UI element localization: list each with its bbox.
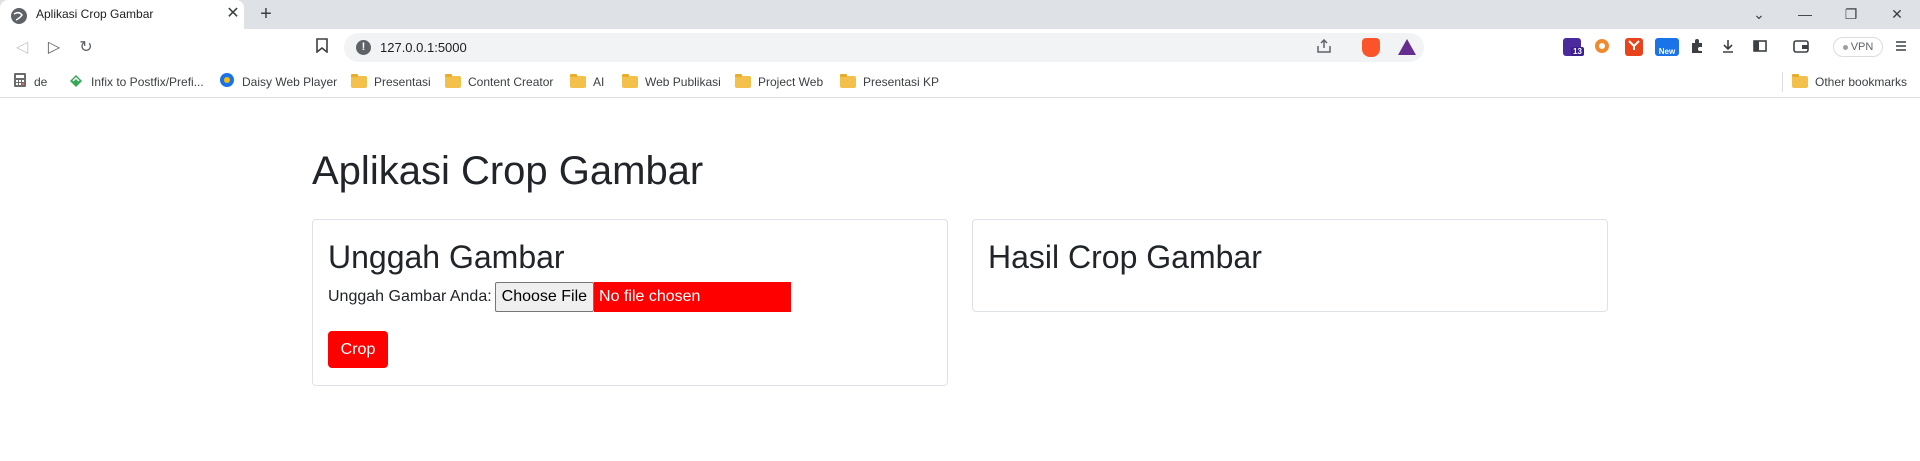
file-status-text: No file chosen <box>594 282 792 312</box>
extension-yslow-icon[interactable] <box>1625 38 1643 56</box>
extensions-puzzle-icon[interactable] <box>1688 38 1706 56</box>
browser-tab[interactable]: Aplikasi Crop Gambar ✕ <box>0 0 244 29</box>
new-tab-button[interactable]: + <box>256 4 276 24</box>
bookmark-item[interactable]: Presentasi KP <box>840 74 939 90</box>
folder-icon <box>1792 74 1808 88</box>
bookmark-item[interactable]: Web Publikasi <box>622 74 721 90</box>
extension-new-icon[interactable]: New <box>1655 38 1679 56</box>
tab-title: Aplikasi Crop Gambar <box>36 7 154 21</box>
close-tab-icon[interactable]: ✕ <box>225 6 241 22</box>
result-card: Hasil Crop Gambar <box>972 219 1608 312</box>
bookmark-label: Presentasi KP <box>863 75 940 89</box>
globe-icon <box>11 8 27 24</box>
bookmarks-divider <box>1782 72 1783 92</box>
bookmark-label: Daisy Web Player <box>242 75 338 89</box>
vpn-button[interactable]: VPN <box>1833 37 1883 57</box>
bookmark-label: Project Web <box>758 75 824 89</box>
bookmarks-bar: de Infix to Postfix/Prefi... Daisy Web P… <box>0 66 1920 98</box>
info-icon[interactable]: ! <box>356 40 371 55</box>
brave-rewards-icon[interactable] <box>1398 39 1416 55</box>
folder-icon <box>570 74 586 88</box>
folder-icon <box>735 74 751 88</box>
page-title: Aplikasi Crop Gambar <box>312 149 704 193</box>
folder-icon <box>840 74 856 88</box>
tab-strip: Aplikasi Crop Gambar ✕ + ⌄ — ❐ ✕ <box>0 0 1920 29</box>
vpn-label: VPN <box>1850 41 1874 53</box>
result-card-title: Hasil Crop Gambar <box>988 239 1262 275</box>
share-icon[interactable] <box>1316 38 1332 56</box>
calculator-icon <box>13 72 27 93</box>
close-window-button[interactable]: ✕ <box>1887 4 1907 24</box>
folder-icon <box>622 74 638 88</box>
file-input[interactable]: Choose File No file chosen <box>494 282 792 312</box>
back-button[interactable]: ◁ <box>12 38 32 58</box>
other-bookmarks[interactable]: Other bookmarks <box>1792 74 1907 90</box>
bookmark-label: AI <box>593 75 605 89</box>
upload-row: Unggah Gambar Anda: Choose File No file … <box>328 282 792 312</box>
wallet-icon[interactable] <box>1792 38 1810 56</box>
choose-file-button[interactable]: Choose File <box>494 282 595 312</box>
bookmark-icon[interactable] <box>316 38 328 57</box>
site-icon <box>68 72 84 93</box>
reload-button[interactable]: ↻ <box>76 38 96 58</box>
brave-shields-icon[interactable] <box>1362 38 1380 57</box>
upload-label: Unggah Gambar Anda: <box>328 288 492 305</box>
bookmark-label: Infix to Postfix/Prefi... <box>91 75 204 89</box>
forward-button[interactable]: ▷ <box>44 38 64 58</box>
bookmark-item[interactable]: Daisy Web Player <box>219 72 338 93</box>
restore-button[interactable]: ❐ <box>1841 4 1861 24</box>
url-text[interactable]: 127.0.0.1:5000 <box>380 40 467 55</box>
upload-card-title: Unggah Gambar <box>328 239 565 275</box>
bookmark-item[interactable]: Project Web <box>735 74 823 90</box>
daisy-icon <box>219 72 235 93</box>
address-bar[interactable]: ! 127.0.0.1:5000 <box>344 33 1424 62</box>
minimize-button[interactable]: — <box>1795 4 1815 24</box>
extension-wappalyzer-icon[interactable] <box>1593 38 1611 56</box>
sidebar-icon[interactable] <box>1751 38 1769 56</box>
bookmark-item[interactable]: Presentasi <box>351 74 431 90</box>
bookmark-label: Web Publikasi <box>645 75 721 89</box>
tab-search-icon[interactable]: ⌄ <box>1749 4 1769 24</box>
bookmark-item[interactable]: de <box>13 72 48 93</box>
extension-badge-count: 13 <box>1571 47 1584 56</box>
crop-button[interactable]: Crop <box>328 331 388 368</box>
bookmark-label: de <box>34 75 48 89</box>
menu-icon[interactable] <box>1892 38 1910 56</box>
folder-icon <box>351 74 367 88</box>
download-icon[interactable] <box>1719 38 1737 56</box>
bookmark-label: Presentasi <box>374 75 431 89</box>
extension-graduation-icon[interactable]: 13 <box>1563 38 1584 56</box>
bookmark-label: Content Creator <box>468 75 554 89</box>
bookmark-item[interactable]: Infix to Postfix/Prefi... <box>68 74 204 90</box>
bookmark-item[interactable]: Content Creator <box>445 74 553 90</box>
vpn-status-icon <box>1842 44 1848 50</box>
upload-card: Unggah Gambar Unggah Gambar Anda: Choose… <box>312 219 948 386</box>
bookmark-item[interactable]: AI <box>570 74 604 90</box>
browser-toolbar: ◁ ▷ ↻ ! 127.0.0.1:5000 13 New VPN <box>0 29 1920 66</box>
other-bookmarks-label: Other bookmarks <box>1815 75 1908 89</box>
folder-icon <box>445 74 461 88</box>
